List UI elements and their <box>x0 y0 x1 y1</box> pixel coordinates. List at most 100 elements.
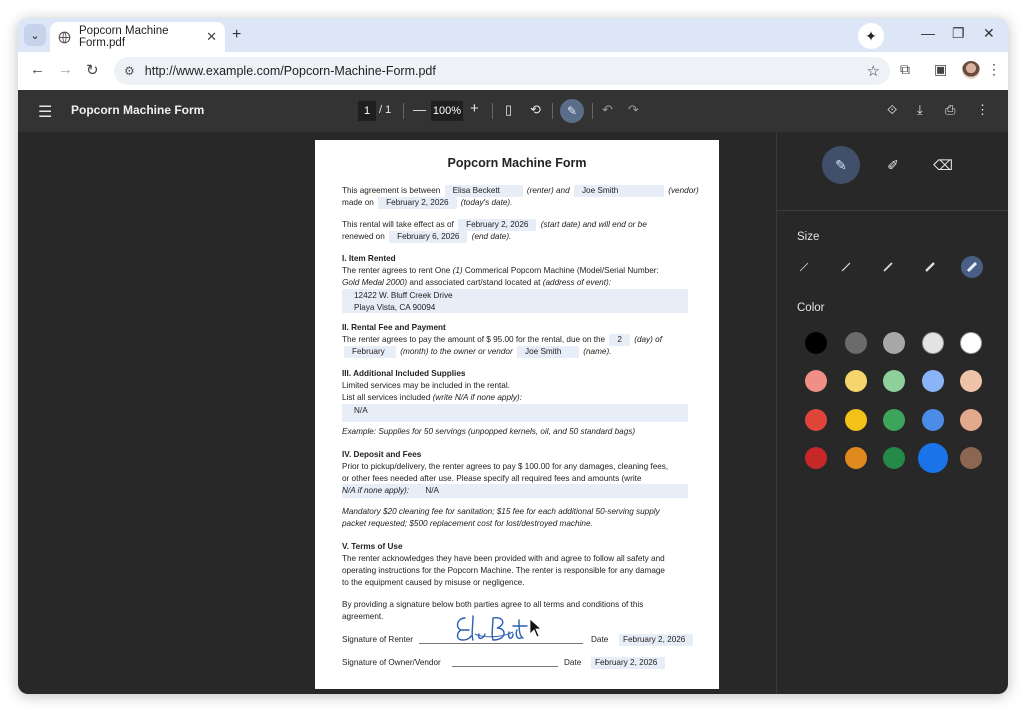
size-option-2[interactable] <box>835 256 857 278</box>
text: and associated cart/stand located at <box>409 278 541 287</box>
renter-date-field[interactable]: February 2, 2026 <box>619 634 693 646</box>
color-swatch[interactable] <box>805 332 827 354</box>
fee-line-1: The renter agrees to pay the amount of $… <box>342 334 662 346</box>
text: (1) <box>452 266 463 275</box>
divider <box>403 103 404 119</box>
due-month-field[interactable]: February <box>344 346 396 358</box>
deposit-note-2: packet requested; $500 replacement cost … <box>342 519 593 528</box>
color-swatch[interactable] <box>845 370 867 392</box>
highlighter-tool-button[interactable]: ✐ <box>874 146 912 184</box>
address-field[interactable]: 12422 W. Bluff Creek Drive Playa Vista, … <box>342 289 688 313</box>
color-swatch[interactable] <box>845 332 867 354</box>
color-swatch[interactable] <box>805 409 827 431</box>
pen-tool-button[interactable]: ✎ <box>822 146 860 184</box>
color-swatch[interactable] <box>883 447 905 469</box>
color-swatch[interactable] <box>922 370 944 392</box>
color-swatch[interactable] <box>960 409 982 431</box>
divider <box>552 103 553 119</box>
site-info-icon[interactable]: ⚙ <box>124 64 135 78</box>
redo-icon[interactable]: ↷ <box>628 102 639 118</box>
close-tab-icon[interactable]: ✕ <box>206 29 217 45</box>
tab-active[interactable]: Popcorn Machine Form.pdf ✕ <box>50 22 225 52</box>
section-heading: IV. Deposit and Fees <box>342 450 422 459</box>
terms-line-1: The renter acknowledges they have been p… <box>342 554 665 563</box>
pdf-viewer[interactable]: Popcorn Machine Form This agreement is b… <box>18 132 776 694</box>
color-swatch[interactable] <box>805 370 827 392</box>
zoom-level[interactable]: 100% <box>431 101 463 121</box>
date-label: Date <box>564 658 582 667</box>
avatar[interactable] <box>962 61 980 79</box>
color-swatch[interactable] <box>805 447 827 469</box>
new-tab-button[interactable]: + <box>232 26 241 44</box>
chevron-down-icon: ⌄ <box>30 29 40 42</box>
eraser-tool-button[interactable]: ⌫ <box>924 146 962 184</box>
renter-name-field[interactable]: Elisa Beckett <box>444 185 523 197</box>
fit-page-icon[interactable]: ▯ <box>505 102 512 118</box>
text: renewed on <box>342 232 385 241</box>
save-to-drive-icon[interactable]: ⟐ <box>887 102 897 118</box>
pdf-page[interactable]: Popcorn Machine Form This agreement is b… <box>315 140 719 689</box>
gemini-icon[interactable]: ✦ <box>858 23 884 49</box>
restore-button[interactable]: ❐ <box>952 25 965 42</box>
agreement-line-2: made on February 2, 2026 (today's date). <box>342 197 512 209</box>
color-swatch[interactable] <box>960 447 982 469</box>
annotate-button[interactable]: ✎ <box>560 99 584 123</box>
page-number-input[interactable]: 1 <box>358 101 376 121</box>
color-swatch[interactable] <box>883 409 905 431</box>
color-label: Color <box>797 302 825 314</box>
supplies-field[interactable]: N/A <box>342 404 688 422</box>
owner-signature-line[interactable] <box>452 666 558 667</box>
color-swatch[interactable] <box>883 370 905 392</box>
color-swatch[interactable] <box>960 370 982 392</box>
minimize-button[interactable]: — <box>921 25 935 41</box>
section-heading: III. Additional Included Supplies <box>342 369 466 378</box>
url-text: http://www.example.com/Popcorn-Machine-F… <box>144 64 436 78</box>
cursor-arrow-icon <box>529 618 543 638</box>
color-swatch[interactable] <box>922 409 944 431</box>
back-button[interactable]: ← <box>30 61 45 78</box>
rental-line-2: renewed on February 6, 2026 (end date). <box>342 231 511 243</box>
more-options-icon[interactable]: ⋮ <box>976 102 989 118</box>
text: Commerical Popcorn Machine (Model/Serial… <box>464 266 659 275</box>
size-option-5[interactable] <box>961 256 983 278</box>
rotate-icon[interactable]: ⟲ <box>530 102 541 118</box>
close-window-button[interactable]: ✕ <box>983 25 995 42</box>
start-date-field[interactable]: February 2, 2026 <box>458 219 537 231</box>
color-swatch[interactable] <box>960 332 982 354</box>
zoom-out-button[interactable]: — <box>413 102 426 117</box>
address-bar[interactable]: ⚙ http://www.example.com/Popcorn-Machine… <box>114 57 890 85</box>
owner-date-field[interactable]: February 2, 2026 <box>591 657 665 669</box>
download-icon[interactable]: ⤓ <box>917 102 923 118</box>
color-swatch[interactable] <box>883 332 905 354</box>
tab-search-icon[interactable]: ▣ <box>934 61 947 78</box>
bookmark-star-icon[interactable]: ☆ <box>867 62 880 80</box>
undo-icon[interactable]: ↶ <box>602 102 613 118</box>
text: Gold Medal 2000) <box>342 278 408 287</box>
date-label: Date <box>591 635 609 644</box>
more-menu-icon[interactable]: ⋮ <box>987 61 1001 78</box>
agreement-date-field[interactable]: February 2, 2026 <box>378 197 457 209</box>
size-option-4[interactable] <box>919 256 941 278</box>
color-swatch[interactable] <box>845 447 867 469</box>
extensions-icon[interactable]: ⧉ <box>900 61 910 78</box>
text: This agreement is between <box>342 186 441 195</box>
forward-button[interactable]: → <box>58 61 73 78</box>
menu-icon[interactable]: ☰ <box>38 102 52 122</box>
color-swatch[interactable] <box>922 332 944 354</box>
end-date-field[interactable]: February 6, 2026 <box>389 231 468 243</box>
deposit-fees-field[interactable]: N/A <box>425 486 439 495</box>
vendor-name-field[interactable]: Joe Smith <box>573 185 664 197</box>
deposit-field-row: N/A if none apply): N/A <box>342 484 688 498</box>
owner-name-field[interactable]: Joe Smith <box>516 346 579 358</box>
deposit-line-1: Prior to pickup/delivery, the renter agr… <box>342 462 669 471</box>
tab-search-button[interactable]: ⌄ <box>24 24 46 46</box>
zoom-in-button[interactable]: + <box>470 100 479 117</box>
color-swatch[interactable] <box>918 443 948 473</box>
color-swatch[interactable] <box>845 409 867 431</box>
reload-button[interactable]: ↻ <box>86 61 99 79</box>
size-option-3[interactable] <box>877 256 899 278</box>
pen-icon: ✎ <box>566 104 578 118</box>
size-option-1[interactable] <box>793 256 815 278</box>
due-day-field[interactable]: 2 <box>609 334 630 346</box>
print-icon[interactable]: ⎙ <box>945 102 955 118</box>
